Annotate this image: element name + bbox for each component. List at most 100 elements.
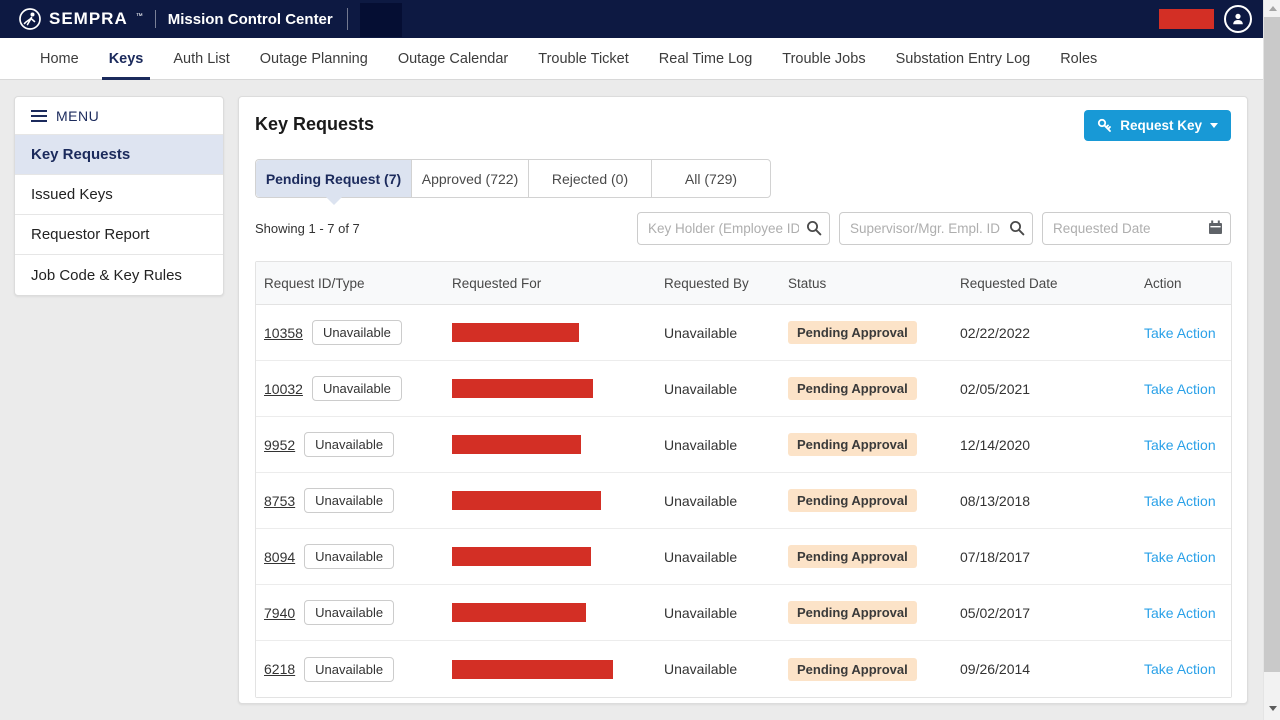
table-row: 8094 Unavailable Unavailable Pending App… xyxy=(256,529,1231,585)
primary-nav: Home Keys Auth List Outage Planning Outa… xyxy=(0,38,1280,80)
sidebar-menu-header[interactable]: MENU xyxy=(15,97,223,135)
result-count-text: Showing 1 - 7 of 7 xyxy=(255,221,360,236)
table-row: 10358 Unavailable Unavailable Pending Ap… xyxy=(256,305,1231,361)
nav-item-trouble-ticket[interactable]: Trouble Ticket xyxy=(538,38,629,80)
request-id-link[interactable]: 10358 xyxy=(264,325,303,341)
status-badge: Pending Approval xyxy=(788,489,917,512)
take-action-link[interactable]: Take Action xyxy=(1144,381,1216,397)
type-badge: Unavailable xyxy=(312,376,402,401)
request-id-link[interactable]: 10032 xyxy=(264,381,303,397)
calendar-icon xyxy=(1208,220,1223,235)
search-icon xyxy=(1009,220,1025,236)
col-action: Action xyxy=(1136,276,1231,291)
status-badge: Pending Approval xyxy=(788,377,917,400)
nav-item-home[interactable]: Home xyxy=(40,38,79,80)
status-badge: Pending Approval xyxy=(788,433,917,456)
list-meta-row: Showing 1 - 7 of 7 xyxy=(255,212,1231,245)
tab-all[interactable]: All (729) xyxy=(652,160,770,197)
request-id-link[interactable]: 8753 xyxy=(264,493,295,509)
take-action-link[interactable]: Take Action xyxy=(1144,325,1216,341)
requested-by-value: Unavailable xyxy=(656,605,780,621)
take-action-link[interactable]: Take Action xyxy=(1144,493,1216,509)
nav-item-keys[interactable]: Keys xyxy=(109,38,144,80)
status-badge: Pending Approval xyxy=(788,601,917,624)
key-holder-filter xyxy=(637,212,830,245)
take-action-link[interactable]: Take Action xyxy=(1144,549,1216,565)
requested-date-value: 02/05/2021 xyxy=(952,381,1136,397)
brand-name: SEMPRA xyxy=(49,9,128,29)
type-badge: Unavailable xyxy=(304,488,394,513)
request-key-label: Request Key xyxy=(1120,118,1202,133)
table-header-row: Request ID/Type Requested For Requested … xyxy=(256,262,1231,305)
requested-date-value: 08/13/2018 xyxy=(952,493,1136,509)
nav-item-outage-calendar[interactable]: Outage Calendar xyxy=(398,38,508,80)
requested-by-value: Unavailable xyxy=(656,661,780,677)
col-request-id-type: Request ID/Type xyxy=(256,276,444,291)
type-badge: Unavailable xyxy=(304,544,394,569)
tab-rejected[interactable]: Rejected (0) xyxy=(529,160,652,197)
nav-item-real-time-log[interactable]: Real Time Log xyxy=(659,38,753,80)
take-action-link[interactable]: Take Action xyxy=(1144,437,1216,453)
hamburger-icon xyxy=(31,110,47,122)
nav-item-substation-entry-log[interactable]: Substation Entry Log xyxy=(896,38,1031,80)
requested-by-value: Unavailable xyxy=(656,549,780,565)
menu-label: MENU xyxy=(56,108,99,124)
nav-item-auth-list[interactable]: Auth List xyxy=(173,38,229,80)
sempra-logo-icon xyxy=(18,7,42,31)
nav-item-outage-planning[interactable]: Outage Planning xyxy=(260,38,368,80)
top-header-bar: SEMPRA ™ Mission Control Center xyxy=(0,0,1280,38)
sidebar-item-key-requests[interactable]: Key Requests xyxy=(15,135,223,175)
sidebar-item-requestor-report[interactable]: Requestor Report xyxy=(15,215,223,255)
take-action-link[interactable]: Take Action xyxy=(1144,661,1216,677)
col-requested-by: Requested By xyxy=(656,276,780,291)
requested-date-value: 05/02/2017 xyxy=(952,605,1136,621)
take-action-link[interactable]: Take Action xyxy=(1144,605,1216,621)
requested-date-value: 07/18/2017 xyxy=(952,549,1136,565)
supervisor-search-input[interactable] xyxy=(839,212,1033,245)
redacted-user-name xyxy=(1159,9,1214,29)
redacted-requested-for xyxy=(452,547,591,566)
sidebar-item-issued-keys[interactable]: Issued Keys xyxy=(15,175,223,215)
scrollbar-thumb[interactable] xyxy=(1264,17,1280,672)
requested-date-value: 12/14/2020 xyxy=(952,437,1136,453)
header-right-group xyxy=(1159,5,1266,33)
user-icon xyxy=(1231,12,1245,26)
nav-item-trouble-jobs[interactable]: Trouble Jobs xyxy=(782,38,865,80)
sempra-logo[interactable]: SEMPRA ™ xyxy=(18,7,143,31)
request-key-button[interactable]: Request Key xyxy=(1084,110,1231,141)
request-id-link[interactable]: 7940 xyxy=(264,605,295,621)
type-badge: Unavailable xyxy=(304,657,394,682)
status-badge: Pending Approval xyxy=(788,321,917,344)
sidebar-item-job-code-key-rules[interactable]: Job Code & Key Rules xyxy=(15,255,223,295)
requested-date-filter xyxy=(1042,212,1231,245)
request-id-link[interactable]: 8094 xyxy=(264,549,295,565)
page-title: Key Requests xyxy=(255,114,374,135)
key-icon xyxy=(1097,118,1112,133)
type-badge: Unavailable xyxy=(304,432,394,457)
key-holder-search-input[interactable] xyxy=(637,212,830,245)
redacted-requested-for xyxy=(452,603,586,622)
status-badge: Pending Approval xyxy=(788,658,917,681)
tab-pending-request[interactable]: Pending Request (7) xyxy=(256,160,412,197)
scrollbar-up-arrow-icon[interactable] xyxy=(1264,0,1280,17)
nav-item-roles[interactable]: Roles xyxy=(1060,38,1097,80)
requested-date-value: 09/26/2014 xyxy=(952,661,1136,677)
request-id-link[interactable]: 9952 xyxy=(264,437,295,453)
trademark-symbol: ™ xyxy=(136,13,143,20)
table-row: 9952 Unavailable Unavailable Pending App… xyxy=(256,417,1231,473)
requested-by-value: Unavailable xyxy=(656,325,780,341)
key-requests-panel: Key Requests Request Key Pending Request… xyxy=(238,96,1248,704)
scrollbar-down-arrow-icon[interactable] xyxy=(1264,700,1280,717)
table-row: 10032 Unavailable Unavailable Pending Ap… xyxy=(256,361,1231,417)
type-badge: Unavailable xyxy=(304,600,394,625)
page-scrollbar[interactable] xyxy=(1263,0,1280,720)
request-id-link[interactable]: 6218 xyxy=(264,661,295,677)
search-icon xyxy=(806,220,822,236)
requested-date-input[interactable] xyxy=(1042,212,1231,245)
table-row: 8753 Unavailable Unavailable Pending App… xyxy=(256,473,1231,529)
col-requested-date: Requested Date xyxy=(952,276,1136,291)
sidebar-menu: MENU Key Requests Issued Keys Requestor … xyxy=(14,96,224,296)
user-avatar-button[interactable] xyxy=(1224,5,1252,33)
status-tab-group: Pending Request (7) Approved (722) Rejec… xyxy=(255,159,771,198)
tab-approved[interactable]: Approved (722) xyxy=(412,160,529,197)
